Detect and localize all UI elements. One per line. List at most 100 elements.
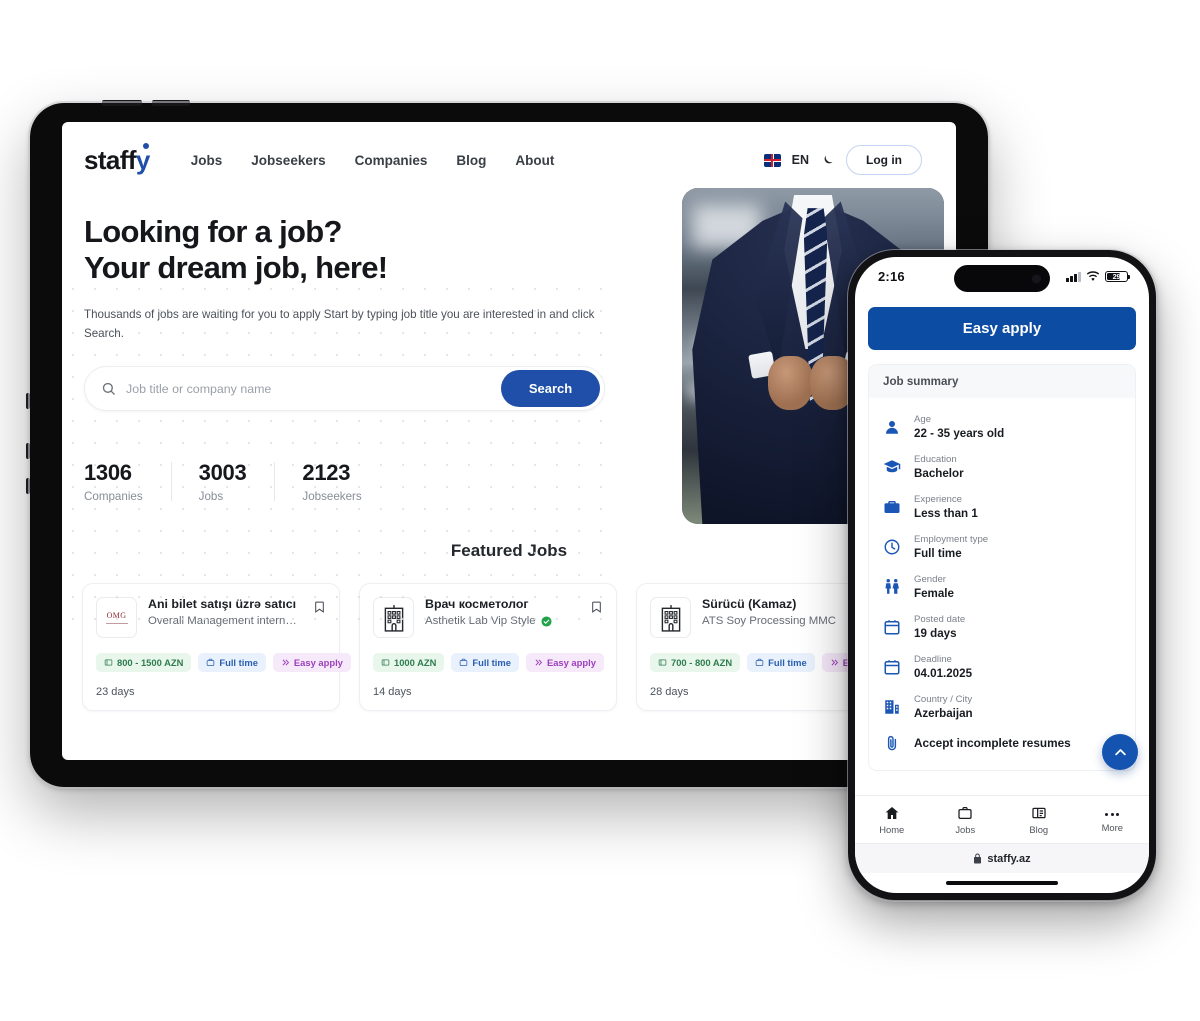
summary-label: Posted date — [914, 614, 966, 625]
stat-value: 2123 — [302, 460, 351, 486]
nav-item-jobs[interactable]: Jobs — [191, 153, 223, 168]
search-icon — [102, 383, 115, 396]
summary-value: Full time — [914, 547, 962, 560]
company-name: ATS Soy Processing MMC — [702, 615, 836, 628]
nav-item-jobseekers[interactable]: Jobseekers — [251, 153, 325, 168]
salary-tag: 800 - 1500 AZN — [96, 653, 192, 673]
tab-home[interactable]: Home — [855, 805, 929, 835]
nav-item-about[interactable]: About — [515, 153, 554, 168]
tablet-side-button-2 — [26, 443, 30, 459]
summary-row-country-city: Country / City Azerbaijan — [883, 687, 1121, 727]
staffy-logo[interactable]: staffy — [84, 142, 150, 176]
calendar-icon — [883, 658, 901, 676]
nav-item-companies[interactable]: Companies — [355, 153, 428, 168]
bottom-tab-bar: Home Jobs Blog More — [855, 795, 1149, 843]
job-card-header: Sürücü (Kamaz) ATS Soy Processing MMC — [650, 597, 880, 639]
wifi-icon — [1086, 271, 1100, 281]
tab-more[interactable]: More — [1076, 807, 1150, 833]
hero-content: Looking for a job? Your dream job, here!… — [62, 214, 637, 503]
job-summary-card: Job summary Age 22 - 35 years old Educat… — [868, 364, 1136, 771]
scroll-to-top-button[interactable] — [1102, 734, 1138, 770]
paperclip-icon — [883, 734, 901, 752]
employment-tag: Full time — [747, 653, 815, 673]
money-icon — [381, 659, 390, 666]
moon-icon[interactable] — [820, 153, 835, 168]
stat-jobseekers: 2123 Jobseekers — [274, 460, 389, 503]
tab-blog[interactable]: Blog — [1002, 805, 1076, 835]
building-icon — [883, 698, 901, 716]
job-summary-title: Job summary — [869, 365, 1135, 398]
employment-tag: Full time — [198, 653, 266, 673]
company-name: Asthetik Lab Vip Style — [425, 615, 579, 627]
tab-label: More — [1101, 821, 1123, 833]
summary-row-posted-date: Posted date 19 days — [883, 607, 1121, 647]
summary-label: Experience — [914, 494, 962, 505]
nav-item-blog[interactable]: Blog — [456, 153, 486, 168]
job-tags: 800 - 1500 AZN Full time Easy apply — [96, 653, 351, 673]
featured-jobs-section: Featured Jobs OMG Ani bilet satışı üzrə … — [62, 541, 956, 712]
briefcase-icon — [207, 659, 215, 667]
salary-tag: 1000 AZN — [373, 653, 445, 673]
job-title: Ani bilet satışı üzrə satıcı — [148, 597, 297, 612]
lock-icon — [974, 853, 982, 864]
easy-apply-tag: Easy apply — [525, 653, 604, 673]
stat-companies: 1306 Companies — [84, 460, 171, 503]
bookmark-icon[interactable] — [313, 599, 326, 615]
page-title: Looking for a job? Your dream job, here! — [84, 214, 637, 286]
money-icon — [658, 659, 667, 666]
logo-text: staff — [84, 144, 137, 175]
search-button[interactable]: Search — [501, 370, 600, 408]
job-card-header: OMG Ani bilet satışı üzrə satıcı Overall… — [96, 597, 326, 639]
stat-label: Jobs — [198, 490, 224, 504]
tab-label: Home — [879, 823, 905, 835]
summary-label: Gender — [914, 574, 946, 585]
summary-label: Age — [914, 414, 932, 425]
job-posted-days: 28 days — [650, 686, 689, 699]
gender-icon — [883, 578, 901, 596]
bookmark-icon[interactable] — [590, 599, 603, 615]
summary-value: Azerbaijan — [914, 707, 973, 720]
summary-row-experience: Experience Less than 1 — [883, 487, 1121, 527]
job-card-header: Врач косметолог Asthetik Lab Vip Style — [373, 597, 603, 639]
language-selector[interactable]: EN — [792, 153, 809, 167]
logo-dot-icon — [142, 142, 149, 149]
summary-row-gender: Gender Female — [883, 567, 1121, 607]
phone-screen: 2:16 29 Easy apply Job summary Age 22 - … — [855, 257, 1149, 893]
easy-apply-button[interactable]: Easy apply — [868, 307, 1136, 350]
tablet-device-frame: staffy Jobs Jobseekers Companies Blog Ab… — [26, 100, 990, 789]
hero-title-line-1: Looking for a job? — [84, 214, 342, 249]
summary-value: 22 - 35 years old — [914, 427, 1005, 440]
graduation-icon — [883, 458, 901, 476]
search-input[interactable] — [116, 381, 501, 396]
search-bar: Search — [84, 366, 605, 412]
summary-row-resume-note: Accept incomplete resumes — [883, 727, 1121, 759]
briefcase-icon — [958, 806, 972, 819]
tab-jobs[interactable]: Jobs — [929, 805, 1003, 835]
job-card[interactable]: OMG Ani bilet satışı üzrə satıcı Overall… — [82, 583, 351, 712]
summary-label: Deadline — [914, 654, 952, 665]
job-card[interactable]: Врач косметолог Asthetik Lab Vip Style 1… — [359, 583, 617, 712]
browser-url-bar[interactable]: staffy.az — [855, 843, 1149, 873]
job-title: Врач косметолог — [425, 597, 529, 612]
stat-value: 3003 — [198, 460, 247, 486]
login-button[interactable]: Log in — [846, 145, 922, 175]
dynamic-island — [954, 265, 1050, 292]
status-indicators: 29 — [1066, 270, 1131, 283]
hero-title-line-2: Your dream job, here! — [84, 249, 388, 285]
summary-label: Employment type — [914, 534, 989, 545]
easy-apply-tag: Easy apply — [272, 653, 351, 673]
tablet-top-button-2 — [152, 100, 190, 106]
more-icon — [1076, 812, 1150, 816]
summary-row-deadline: Deadline 04.01.2025 — [883, 647, 1121, 687]
summary-row-education: Education Bachelor — [883, 447, 1121, 487]
phone-device-frame: 2:16 29 Easy apply Job summary Age 22 - … — [846, 248, 1158, 902]
stat-jobs: 3003 Jobs — [170, 460, 275, 504]
person-icon — [883, 418, 901, 436]
stat-label: Companies — [84, 490, 143, 504]
company-logo — [650, 597, 691, 639]
job-tags: 1000 AZN Full time Easy apply — [373, 653, 604, 673]
logo-accent-letter: y — [135, 144, 150, 175]
battery-level: 29 — [1112, 272, 1121, 281]
company-name: Overall Management international... — [148, 615, 302, 628]
job-cards-list: OMG Ani bilet satışı üzrə satıcı Overall… — [62, 561, 956, 712]
